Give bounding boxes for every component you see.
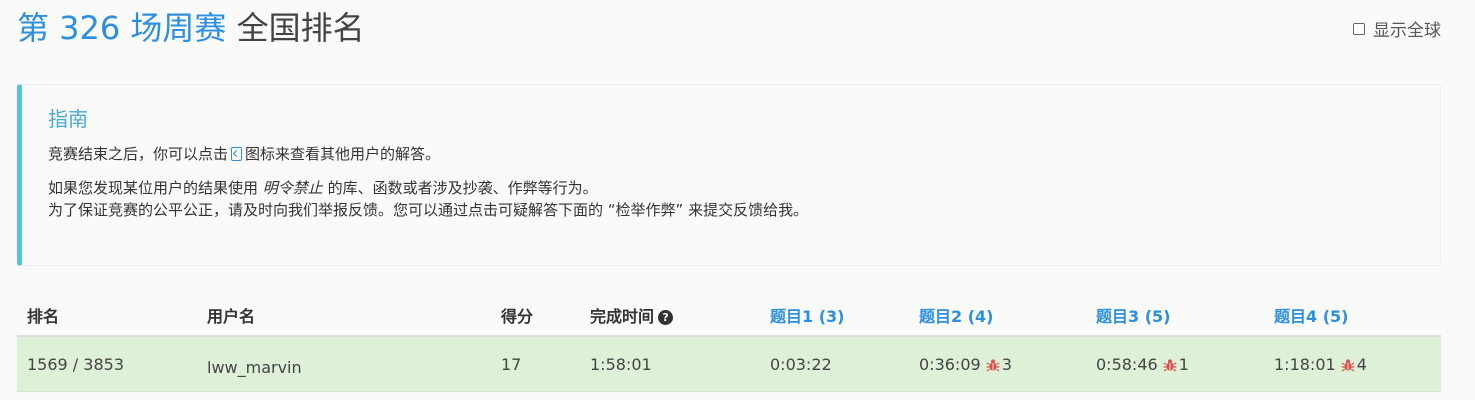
guide-line-1-before: 竞赛结束之后，你可以点击 xyxy=(48,145,229,163)
header-rank: 排名 xyxy=(17,295,197,337)
problem-3-bug-count: 1 xyxy=(1178,354,1189,374)
problem-1-time[interactable]: 0:03:22 xyxy=(770,355,832,374)
guide-title: 指南 xyxy=(48,107,88,131)
ranking-table: 排名 用户名 得分 完成时间? 题目1 (3) 题目2 (4) 题目3 (5) … xyxy=(17,295,1441,392)
header-problem-1[interactable]: 题目1 (3) xyxy=(760,295,909,337)
page-header: 第 326 场周赛 全国排名 显示全球 xyxy=(17,6,1445,54)
cell-score: 17 xyxy=(491,336,580,392)
guide-line-2-before: 如果您发现某位用户的结果使用 xyxy=(48,179,259,197)
table-header-row: 排名 用户名 得分 完成时间? 题目1 (3) 题目2 (4) 题目3 (5) … xyxy=(17,295,1441,337)
cell-username[interactable]: lww_marvin xyxy=(197,336,491,392)
guide-line-2-emphasis: 明令禁止 xyxy=(262,179,323,197)
show-global-label[interactable]: 显示全球 xyxy=(1373,16,1441,41)
bug-icon xyxy=(1341,358,1355,371)
cell-problem-1: 0:03:22 xyxy=(760,336,909,392)
problem-3-time[interactable]: 0:58:46 xyxy=(1096,355,1158,374)
problem-4-time[interactable]: 1:18:01 xyxy=(1274,355,1336,374)
header-finish-time: 完成时间? xyxy=(580,295,760,337)
show-global-toggle[interactable]: 显示全球 xyxy=(1353,16,1441,41)
guide-line-1-after: 图标来查看其他用户的解答。 xyxy=(245,145,441,163)
cell-finish-time: 1:58:01 xyxy=(580,336,760,392)
page-title: 第 326 场周赛 全国排名 xyxy=(17,6,1445,50)
guide-panel: 指南 竞赛结束之后，你可以点击 图标来查看其他用户的解答。 如果您发现某位用户的结… xyxy=(17,84,1441,266)
bug-icon xyxy=(1163,358,1177,371)
cell-problem-4: 1:18:01 4 xyxy=(1264,336,1441,392)
header-score: 得分 xyxy=(491,295,580,337)
guide-paragraph-2: 如果您发现某位用户的结果使用 明令禁止 的库、函数或者涉及抄袭、作弊等行为。 为… xyxy=(48,177,1414,221)
cell-problem-2: 0:36:09 3 xyxy=(909,336,1086,392)
header-username: 用户名 xyxy=(197,295,491,337)
problem-2-bug-count: 3 xyxy=(1001,354,1012,374)
bug-icon xyxy=(986,358,1000,371)
contest-title-link[interactable]: 第 326 场周赛 xyxy=(17,9,226,47)
code-file-icon xyxy=(231,147,243,161)
ranking-title: 全国排名 xyxy=(236,9,365,47)
show-global-checkbox[interactable] xyxy=(1353,22,1365,35)
header-problem-3[interactable]: 题目3 (5) xyxy=(1086,295,1264,337)
header-problem-2[interactable]: 题目2 (4) xyxy=(909,295,1086,337)
guide-line-3: 为了保证竞赛的公平公正，请及时向我们举报反馈。您可以通过点击可疑解答下面的 “检… xyxy=(48,201,809,219)
guide-line-2-after: 的库、函数或者涉及抄袭、作弊等行为。 xyxy=(327,179,598,197)
header-finish-time-label: 完成时间 xyxy=(590,307,655,326)
question-circle-icon[interactable]: ? xyxy=(658,310,674,325)
cell-rank: 1569 / 3853 xyxy=(17,336,197,392)
cell-problem-3: 0:58:46 1 xyxy=(1086,336,1264,392)
table-row: 1569 / 3853 lww_marvin 17 1:58:01 0:03:2… xyxy=(17,336,1441,392)
guide-line-1: 竞赛结束之后，你可以点击 图标来查看其他用户的解答。 xyxy=(48,143,1414,165)
header-problem-4[interactable]: 题目4 (5) xyxy=(1264,295,1441,337)
problem-2-time[interactable]: 0:36:09 xyxy=(919,355,981,374)
problem-4-bug-count: 4 xyxy=(1356,354,1367,374)
